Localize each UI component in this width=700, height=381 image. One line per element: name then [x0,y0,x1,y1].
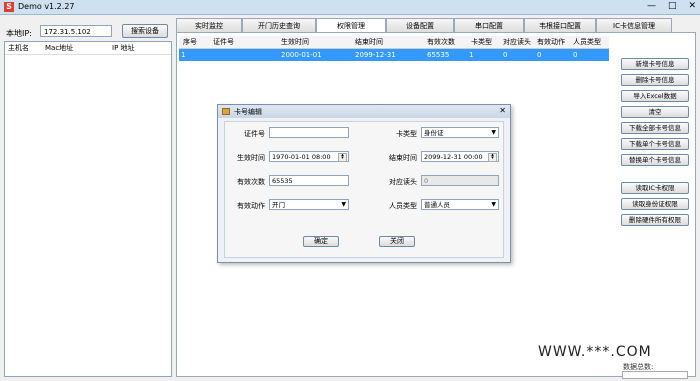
action-select[interactable]: 开门 ▼ [269,199,349,210]
tab-ic-card[interactable]: IC卡信息管理 [596,18,672,32]
card-type-value: 身份证 [424,129,444,137]
card-type-label: 卡类型 [396,130,417,138]
ok-button[interactable]: 确定 [303,236,339,247]
main-window: 本地IP: 172.31.5.102 搜索设备 主机名 Mac地址 IP 地址 … [0,15,700,381]
dialog-titlebar[interactable]: 卡号编辑 ✕ [218,105,510,118]
id-label: 证件号 [244,130,265,138]
col-index[interactable]: 序号 [183,36,197,48]
cell-card-type: 1 [469,51,474,59]
ip-row: 本地IP: 172.31.5.102 搜索设备 [4,24,172,39]
read-ic-permission-button[interactable]: 读取IC卡权限 [621,182,689,194]
replace-single-button[interactable]: 替换单个卡号信息 [621,154,689,166]
col-reader[interactable]: 对应读头 [503,36,531,48]
search-device-button[interactable]: 搜索设备 [122,24,168,38]
dialog-close-icon[interactable]: ✕ [499,106,506,115]
tab-history[interactable]: 开门历史查询 [242,18,316,32]
action-value: 开门 [272,201,285,209]
dialog-title: 卡号编辑 [234,108,262,116]
col-card-type[interactable]: 卡类型 [471,36,492,48]
dialog-body: 证件号 卡类型 身份证 ▼ 生效时间 1970-01-01 08:00 ▴ ▾ 结… [224,121,504,258]
tab-realtime[interactable]: 实时监控 [176,18,242,32]
start-time-label: 生效时间 [237,154,265,162]
end-time-label: 结束时间 [389,154,417,162]
table-row[interactable]: 1 2000-01-01 2099-12-31 65535 1 0 0 0 [179,49,609,61]
host-list[interactable]: 主机名 Mac地址 IP 地址 [4,41,172,377]
col-action[interactable]: 有效动作 [537,36,565,48]
download-single-button[interactable]: 下载单个卡号信息 [621,138,689,150]
end-time-field[interactable]: 2099-12-31 00:00 ▴ ▾ [421,151,499,162]
download-all-button[interactable]: 下载全部卡号信息 [621,122,689,134]
start-time-value: 1970-01-01 08:00 [272,153,331,161]
card-edit-dialog: 卡号编辑 ✕ 证件号 卡类型 身份证 ▼ 生效时间 1970-01-01 08:… [217,104,511,263]
id-field[interactable] [269,127,349,138]
cell-start: 2000-01-01 [281,51,322,59]
col-person-type[interactable]: 人员类型 [573,36,601,48]
close-icon[interactable]: ✕ [688,1,696,11]
delete-all-hw-permission-button[interactable]: 删除硬件所有权限 [621,214,689,226]
tab-serial-config[interactable]: 串口配置 [454,18,524,32]
person-type-select[interactable]: 普通人员 ▼ [421,199,499,210]
count-field[interactable]: 65535 [269,175,349,186]
person-type-value: 普通人员 [424,201,450,209]
start-time-field[interactable]: 1970-01-01 08:00 ▴ ▾ [269,151,349,162]
cell-action: 0 [537,51,542,59]
delete-card-button[interactable]: 删除卡号信息 [621,74,689,86]
ip-input[interactable]: 172.31.5.102 [40,25,112,37]
tab-device-config[interactable]: 设备配置 [386,18,454,32]
window-title: Demo v1.2.27 [18,2,75,11]
cell-index: 1 [181,51,186,59]
import-excel-button[interactable]: 导入Excel数据 [621,90,689,102]
chevron-down-icon: ▼ [491,129,496,136]
tab-strip: 实时监控 开门历史查询 权限管理 设备配置 串口配置 韦根接口配置 IC卡信息管… [176,18,696,33]
maximize-icon[interactable]: □ [668,1,677,11]
cell-end: 2099-12-31 [355,51,396,59]
chevron-down-icon: ▼ [341,201,346,208]
col-end[interactable]: 结束时间 [355,36,383,48]
spinner-icon[interactable]: ▴ ▾ [488,153,497,162]
grid-header: 序号 证件号 生效时间 结束时间 有效次数 卡类型 对应读头 有效动作 人员类型 [179,36,609,49]
col-ip[interactable]: IP 地址 [109,42,162,54]
count-label: 有效次数 [237,178,265,186]
reader-label: 对应读头 [389,178,417,186]
read-id-permission-button[interactable]: 读取身份证权限 [621,198,689,210]
chevron-down-icon: ▼ [491,201,496,208]
left-pane: 本地IP: 172.31.5.102 搜索设备 主机名 Mac地址 IP 地址 [4,21,172,377]
col-start[interactable]: 生效时间 [281,36,309,48]
cell-person-type: 0 [573,51,578,59]
window-titlebar: S Demo v1.2.27 — □ ✕ [0,0,700,15]
minimize-icon[interactable]: — [647,1,656,11]
watermark-text: WWW.***.COM [538,344,652,360]
total-count-field [622,371,688,379]
host-list-header: 主机名 Mac地址 IP 地址 [5,42,171,55]
spinner-icon[interactable]: ▴ ▾ [338,153,347,162]
col-id[interactable]: 证件号 [213,36,234,48]
card-type-select[interactable]: 身份证 ▼ [421,127,499,138]
col-mac[interactable]: Mac地址 [42,42,109,54]
card-icon [222,108,230,115]
action-label: 有效动作 [237,202,265,210]
col-count[interactable]: 有效次数 [427,36,455,48]
cell-reader: 0 [503,51,508,59]
person-type-label: 人员类型 [389,202,417,210]
tab-wiegand-config[interactable]: 韦根接口配置 [524,18,596,32]
cell-count: 65535 [427,51,450,59]
add-card-button[interactable]: 新增卡号信息 [621,58,689,70]
reader-field: 0 [421,175,499,186]
tab-permissions[interactable]: 权限管理 [316,18,386,33]
end-time-value: 2099-12-31 00:00 [424,153,483,161]
ip-label: 本地IP: [6,29,32,38]
clear-button[interactable]: 清空 [621,106,689,118]
col-hostname[interactable]: 主机名 [5,42,42,54]
app-logo-icon: S [4,2,14,12]
close-button[interactable]: 关闭 [379,236,415,247]
